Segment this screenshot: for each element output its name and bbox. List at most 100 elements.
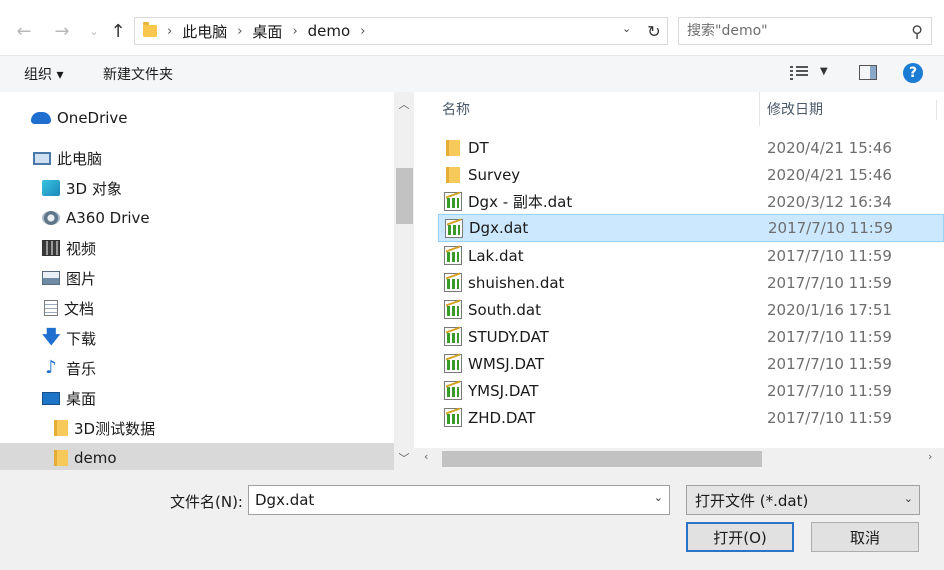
nav-item-downloads[interactable]: 🡇 下载 <box>0 323 394 353</box>
dat-file-icon <box>444 327 462 346</box>
file-name: Survey <box>468 165 521 184</box>
nav-item-label: A360 Drive <box>66 209 150 227</box>
file-date: 2017/7/10 11:59 <box>767 273 892 292</box>
file-name: ZHD.DAT <box>468 408 536 427</box>
up-arrow-icon[interactable]: ↑ <box>106 18 130 44</box>
chevron-down-icon[interactable]: ⌄ <box>904 492 913 505</box>
folder-icon <box>54 450 68 466</box>
file-name: YMSJ.DAT <box>468 381 539 400</box>
scroll-right-chevron-icon[interactable]: › <box>928 450 932 463</box>
nav-item-a360-drive[interactable]: A360 Drive <box>0 203 394 233</box>
scrollbar-thumb[interactable] <box>442 451 762 467</box>
address-bar[interactable]: › 此电脑 › 桌面 › demo › <box>134 17 668 45</box>
cancel-button[interactable]: 取消 <box>811 522 919 552</box>
address-dropdown-chevron-icon[interactable]: ⌄ <box>622 22 631 35</box>
search-box[interactable]: ⚲ <box>678 17 932 45</box>
chevron-right-icon[interactable]: › <box>292 24 297 39</box>
scroll-down-chevron-icon[interactable]: ﹀ <box>394 450 414 466</box>
search-input[interactable] <box>687 23 897 39</box>
recent-locations-chevron-icon[interactable]: ⌄ <box>82 18 106 44</box>
folder-icon <box>143 22 157 37</box>
back-arrow-icon[interactable]: ← <box>12 18 36 44</box>
dat-file-icon <box>444 246 462 265</box>
nav-item-label: OneDrive <box>57 109 128 127</box>
chevron-right-icon[interactable]: › <box>167 24 172 39</box>
navigation-pane: OneDrive 此电脑 3D 对象 A360 Drive 视频 图片 文档 🡇… <box>0 92 414 470</box>
chevron-down-icon[interactable]: ⌄ <box>654 491 663 504</box>
nav-item-3d-objects[interactable]: 3D 对象 <box>0 173 394 203</box>
refresh-icon[interactable]: ↻ <box>640 17 668 45</box>
nav-item-label: 音乐 <box>66 359 97 378</box>
scroll-up-chevron-icon[interactable]: ︿ <box>394 96 414 112</box>
file-date: 2017/7/10 11:59 <box>767 327 892 346</box>
dat-file-icon <box>445 218 463 238</box>
scrollbar-thumb[interactable] <box>396 168 413 224</box>
horizontal-scrollbar[interactable]: ‹ › <box>414 448 944 470</box>
file-type-filter[interactable]: 打开文件 (*.dat) ⌄ <box>686 485 920 515</box>
file-row[interactable]: South.dat 2020/1/16 17:51 <box>438 296 944 323</box>
file-name: shuishen.dat <box>468 273 565 292</box>
nav-item-label: 3D 对象 <box>66 179 122 198</box>
filename-combobox[interactable]: ⌄ <box>248 485 670 515</box>
file-name: STUDY.DAT <box>468 327 549 346</box>
breadcrumb-demo[interactable]: demo <box>308 22 351 40</box>
file-row[interactable]: shuishen.dat 2017/7/10 11:59 <box>438 269 944 296</box>
onedrive-icon <box>31 112 51 124</box>
scroll-left-chevron-icon[interactable]: ‹ <box>424 450 428 463</box>
music-icon: ♪ <box>45 357 57 378</box>
nav-item-this-pc[interactable]: 此电脑 <box>0 143 394 173</box>
nav-item-desktop[interactable]: 桌面 <box>0 383 394 413</box>
3d-objects-icon <box>42 180 60 196</box>
nav-item-3d-test-data[interactable]: 3D测试数据 <box>0 413 394 443</box>
command-toolbar: 组织 ▾ 新建文件夹 ▼ ? <box>0 56 944 92</box>
file-row[interactable]: YMSJ.DAT 2017/7/10 11:59 <box>438 377 944 404</box>
file-row[interactable]: STUDY.DAT 2017/7/10 11:59 <box>438 323 944 350</box>
file-row[interactable]: Survey 2020/4/21 15:46 <box>438 161 944 188</box>
documents-icon <box>44 300 58 316</box>
column-divider[interactable] <box>759 92 760 126</box>
folder-icon <box>446 139 460 156</box>
column-header-modified[interactable]: 修改日期 <box>767 92 823 126</box>
file-row[interactable]: Dgx - 副本.dat 2020/3/12 16:34 <box>438 188 944 215</box>
nav-item-label: 下载 <box>66 329 97 348</box>
preview-pane-icon[interactable] <box>859 65 877 80</box>
nav-item-onedrive[interactable]: OneDrive <box>0 103 394 133</box>
file-row[interactable]: Lak.dat 2017/7/10 11:59 <box>438 242 944 269</box>
help-icon[interactable]: ? <box>903 63 923 83</box>
folder-icon <box>54 420 68 436</box>
search-icon[interactable]: ⚲ <box>911 22 923 41</box>
chevron-right-icon[interactable]: › <box>237 24 242 39</box>
breadcrumb-this-pc[interactable]: 此电脑 <box>182 21 227 42</box>
dat-file-icon <box>444 354 462 373</box>
nav-item-music[interactable]: ♪ 音乐 <box>0 353 394 383</box>
new-folder-button[interactable]: 新建文件夹 <box>103 64 173 84</box>
open-button[interactable]: 打开(O) <box>686 522 794 552</box>
nav-item-pictures[interactable]: 图片 <box>0 263 394 293</box>
file-row[interactable]: WMSJ.DAT 2017/7/10 11:59 <box>438 350 944 377</box>
filename-input[interactable] <box>249 486 639 514</box>
nav-item-videos[interactable]: 视频 <box>0 233 394 263</box>
nav-item-label: 图片 <box>66 269 97 288</box>
forward-arrow-icon[interactable]: → <box>50 18 74 44</box>
navigation-scrollbar[interactable]: ︿ ﹀ <box>394 92 414 470</box>
dat-file-icon <box>444 300 462 319</box>
file-date: 2020/3/12 16:34 <box>767 192 892 211</box>
view-dropdown-chevron-icon[interactable]: ▼ <box>820 66 828 77</box>
file-date: 2020/4/21 15:46 <box>767 165 892 184</box>
file-date: 2017/7/10 11:59 <box>767 354 892 373</box>
folder-icon <box>446 166 460 183</box>
file-row-selected[interactable]: Dgx.dat 2017/7/10 11:59 <box>438 214 944 242</box>
nav-item-label: 视频 <box>66 239 97 258</box>
column-header-name[interactable]: 名称 <box>442 92 470 126</box>
file-date: 2017/7/10 11:59 <box>767 381 892 400</box>
dat-file-icon <box>444 381 462 400</box>
file-row[interactable]: DT 2020/4/21 15:46 <box>438 134 944 161</box>
column-divider[interactable] <box>936 100 944 120</box>
chevron-right-icon[interactable]: › <box>360 24 365 39</box>
nav-item-demo[interactable]: demo <box>0 443 394 470</box>
organize-button[interactable]: 组织 ▾ <box>24 64 63 84</box>
file-row[interactable]: ZHD.DAT 2017/7/10 11:59 <box>438 404 944 431</box>
view-options-icon[interactable] <box>790 66 808 80</box>
nav-item-documents[interactable]: 文档 <box>0 293 394 323</box>
breadcrumb-desktop[interactable]: 桌面 <box>252 21 282 42</box>
